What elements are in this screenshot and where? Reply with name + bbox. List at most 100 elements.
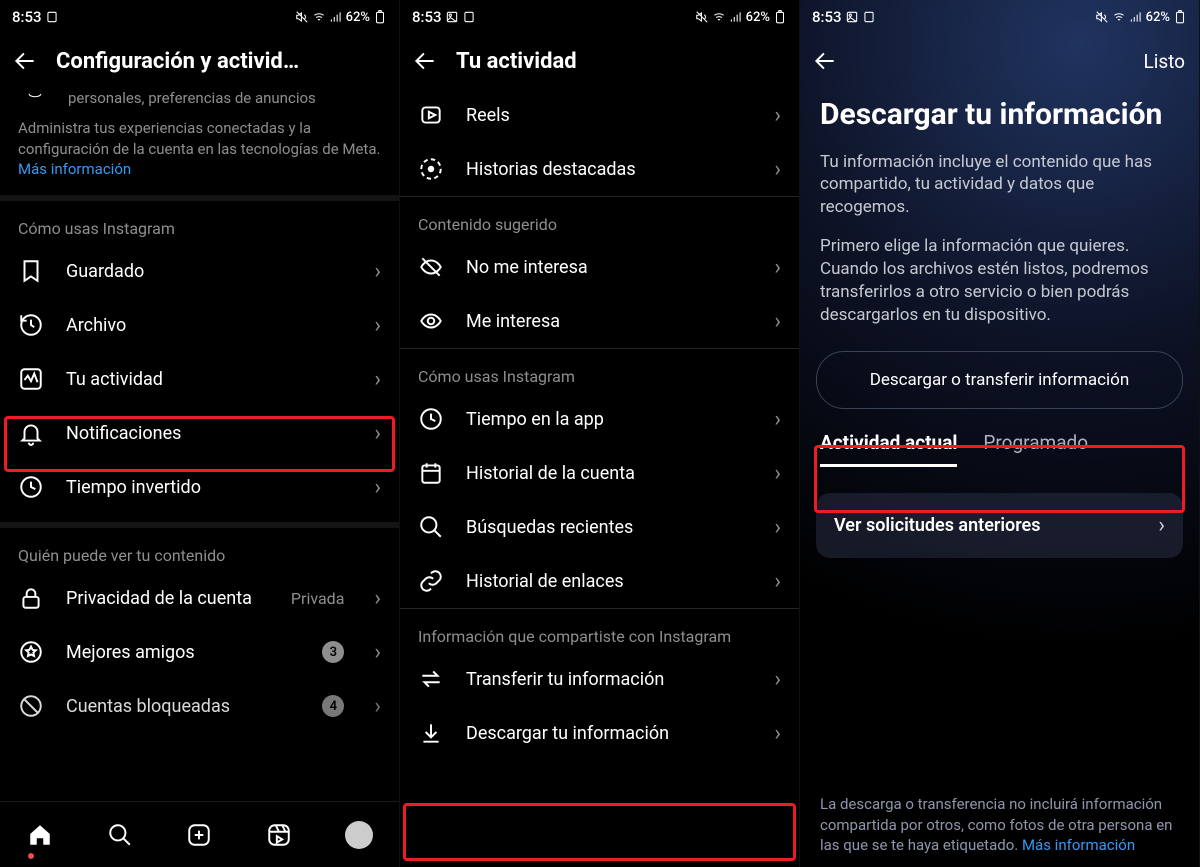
chevron-right-icon: ›: [774, 667, 781, 692]
row-timeapp-label: Tiempo en la app: [466, 409, 752, 430]
row-interested[interactable]: Me interesa ›: [400, 294, 799, 348]
row-reels[interactable]: Reels ›: [400, 88, 799, 142]
status-time: 8:53: [12, 8, 42, 26]
status-bar: 8:53 62%: [0, 0, 399, 34]
status-img-icon: [445, 10, 459, 24]
archive-icon: [18, 312, 44, 338]
row-notifications[interactable]: Notificaciones ›: [0, 406, 399, 460]
page-title: Tu actividad: [456, 49, 577, 74]
row-download[interactable]: Descargar tu información ›: [400, 706, 799, 760]
battery-icon: [373, 10, 387, 24]
chevron-right-icon: ›: [774, 309, 781, 334]
nav-home[interactable]: [0, 802, 80, 867]
meta-paragraph: Administra tus experiencias conectadas y…: [0, 118, 399, 187]
row-history[interactable]: Historial de la cuenta ›: [400, 446, 799, 500]
nav-create[interactable]: [160, 802, 240, 867]
clock-icon: [18, 474, 44, 500]
section-who: Quién puede ver tu contenido: [0, 528, 399, 571]
row-timespent-label: Tiempo invertido: [66, 477, 352, 498]
block-icon: [18, 693, 44, 719]
badge-blocked: 4: [322, 695, 344, 717]
bottom-nav: [0, 801, 399, 867]
status-time: 8:53: [412, 8, 442, 26]
partial-row: personales, preferencias de anuncios: [0, 88, 399, 118]
panel-settings: 8:53 62% Configuración y activid… person…: [0, 0, 400, 867]
chevron-right-icon: ›: [774, 255, 781, 280]
status-battery: 62%: [746, 10, 770, 25]
meta-more-link[interactable]: Más información: [18, 160, 131, 178]
mute-icon: [695, 10, 709, 24]
panel-activity: 8:53 62% Tu actividad Reels › Historias …: [400, 0, 800, 867]
status-img-icon: [845, 10, 859, 24]
row-searches[interactable]: Búsquedas recientes ›: [400, 500, 799, 554]
badge-bestfriends: 3: [322, 641, 344, 663]
signal-icon: [1129, 10, 1143, 24]
section-how-use: Cómo usas Instagram: [0, 201, 399, 244]
horizon-icon: [22, 88, 48, 102]
download-transfer-button[interactable]: Descargar o transferir información: [816, 351, 1183, 409]
chevron-right-icon: ›: [774, 103, 781, 128]
nav-home-dot: [28, 853, 34, 859]
back-button[interactable]: [12, 48, 38, 74]
bell-icon: [18, 420, 44, 446]
row-timeapp[interactable]: Tiempo en la app ›: [400, 392, 799, 446]
row-privacy-label: Privacidad de la cuenta: [66, 588, 269, 609]
panel-download: 8:53 62% Listo Descargar tu información …: [800, 0, 1200, 867]
section-use2: Cómo usas Instagram: [400, 349, 799, 392]
nav-search[interactable]: [80, 802, 160, 867]
reels-icon: [418, 102, 444, 128]
status-time: 8:53: [812, 8, 842, 26]
row-timespent[interactable]: Tiempo invertido ›: [0, 460, 399, 514]
chevron-right-icon: ›: [774, 569, 781, 594]
back-button[interactable]: [412, 48, 438, 74]
transfer-icon: [418, 666, 444, 692]
search-icon: [418, 514, 444, 540]
mute-icon: [295, 10, 309, 24]
row-saved-label: Guardado: [66, 261, 352, 282]
done-button[interactable]: Listo: [1143, 50, 1185, 73]
row-blocked[interactable]: Cuentas bloqueadas 4 ›: [0, 679, 399, 723]
row-notifications-label: Notificaciones: [66, 423, 352, 444]
bookmark-icon: [18, 258, 44, 284]
eye-icon: [418, 308, 444, 334]
status-bar: 8:53 62%: [400, 0, 799, 34]
row-links-label: Historial de enlaces: [466, 571, 752, 592]
row-activity[interactable]: Tu actividad ›: [0, 352, 399, 406]
row-archive[interactable]: Archivo ›: [0, 298, 399, 352]
row-links[interactable]: Historial de enlaces ›: [400, 554, 799, 608]
wifi-icon: [1112, 10, 1126, 24]
download-icon: [418, 720, 444, 746]
row-privacy[interactable]: Privacidad de la cuenta Privada ›: [0, 571, 399, 625]
row-privacy-value: Privada: [291, 589, 344, 608]
back-button[interactable]: [812, 48, 838, 74]
row-history-label: Historial de la cuenta: [466, 463, 752, 484]
header: Tu actividad: [400, 34, 799, 88]
chevron-right-icon: ›: [374, 367, 381, 392]
tab-scheduled[interactable]: Programado: [983, 431, 1088, 467]
card-label: Ver solicitudes anteriores: [834, 515, 1158, 536]
card-previous-requests[interactable]: Ver solicitudes anteriores ›: [816, 493, 1183, 558]
nav-profile[interactable]: [319, 802, 399, 867]
status-bar: 8:53 62%: [800, 0, 1199, 34]
mute-icon: [1095, 10, 1109, 24]
row-transfer[interactable]: Transferir tu información ›: [400, 652, 799, 706]
page-title: Configuración y activid…: [56, 49, 299, 74]
tab-current[interactable]: Actividad actual: [820, 431, 957, 467]
row-saved[interactable]: Guardado ›: [0, 244, 399, 298]
chevron-right-icon: ›: [374, 421, 381, 446]
signal-icon: [329, 10, 343, 24]
wifi-icon: [712, 10, 726, 24]
footer-more-link[interactable]: Más información: [1022, 836, 1135, 854]
chevron-right-icon: ›: [374, 640, 381, 665]
row-bestfriends[interactable]: Mejores amigos 3 ›: [0, 625, 399, 679]
row-download-label: Descargar tu información: [466, 723, 752, 744]
nav-reels[interactable]: [239, 802, 319, 867]
row-activity-label: Tu actividad: [66, 369, 352, 390]
row-blocked-label: Cuentas bloqueadas: [66, 696, 300, 717]
row-notinterested[interactable]: No me interesa ›: [400, 240, 799, 294]
section-suggested: Contenido sugerido: [400, 197, 799, 240]
chevron-right-icon: ›: [774, 157, 781, 182]
row-transfer-label: Transferir tu información: [466, 669, 752, 690]
chevron-right-icon: ›: [374, 313, 381, 338]
row-highlights[interactable]: Historias destacadas ›: [400, 142, 799, 196]
